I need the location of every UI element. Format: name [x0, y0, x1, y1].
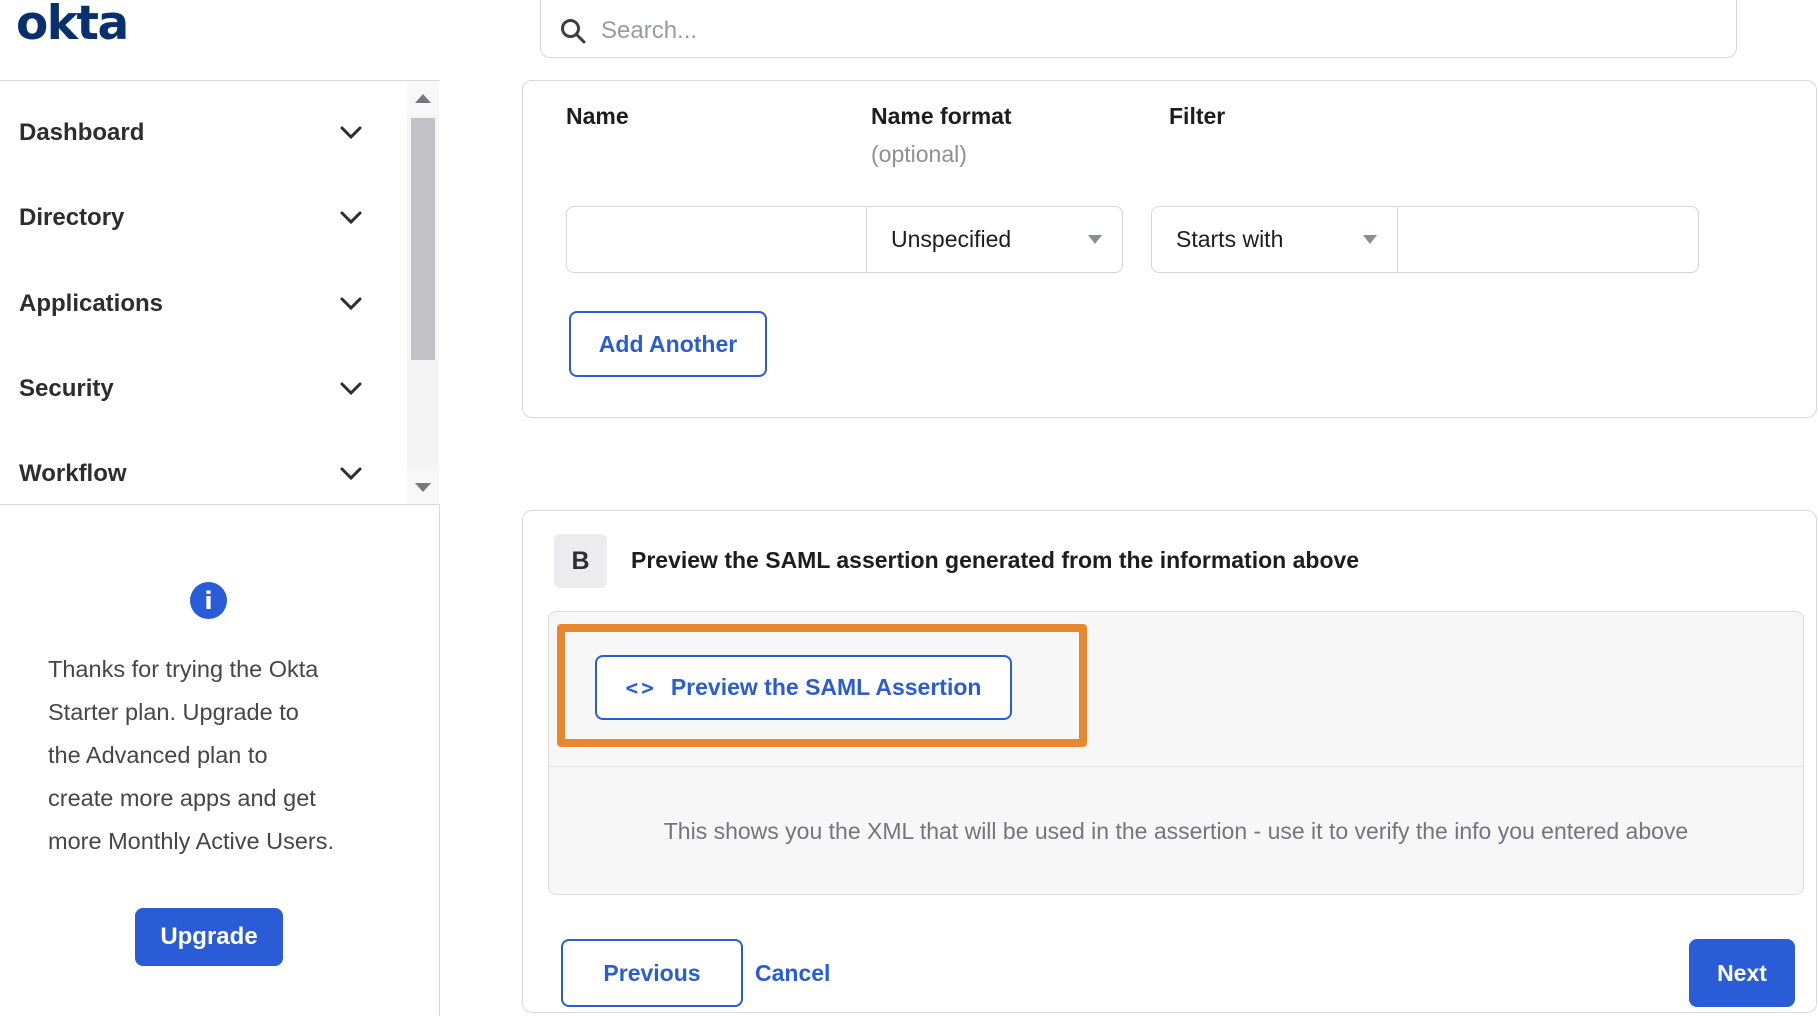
step-badge: B	[554, 534, 607, 588]
upsell-line: the Advanced plan to	[48, 742, 268, 768]
name-format-dropdown[interactable]: Unspecified	[867, 206, 1123, 273]
upsell-line: more Monthly Active Users.	[48, 828, 335, 854]
name-format-column-label: Name format	[871, 103, 1012, 129]
cancel-button[interactable]: Cancel	[745, 939, 840, 1007]
preview-description: This shows you the XML that will be used…	[663, 818, 1689, 844]
filter-type-selected-value: Starts with	[1176, 226, 1284, 252]
chevron-down-icon	[340, 126, 362, 140]
sidebar-item-security[interactable]: Security	[0, 346, 407, 431]
scrollbar-thumb[interactable]	[411, 118, 435, 360]
preview-panel: <> Preview the SAML Assertion This shows…	[548, 611, 1804, 895]
chevron-down-icon	[340, 467, 362, 481]
upsell-line: Starter plan. Upgrade to	[48, 699, 299, 725]
sidebar-item-label: Applications	[19, 289, 164, 317]
code-icon: <>	[625, 675, 657, 700]
filter-type-dropdown[interactable]: Starts with	[1151, 206, 1398, 273]
upgrade-button[interactable]: Upgrade	[135, 908, 283, 966]
name-format-optional-hint: (optional)	[871, 141, 967, 167]
caret-down-icon	[1088, 235, 1102, 244]
sidebar-item-workflow[interactable]: Workflow	[0, 431, 407, 516]
sidebar-item-label: Security	[19, 374, 114, 402]
preview-description-row: This shows you the XML that will be used…	[549, 768, 1803, 895]
filter-column-label: Filter	[1169, 103, 1226, 129]
attribute-statements-card: Name Name format (optional) Filter Unspe…	[522, 80, 1817, 418]
triangle-down-icon	[415, 482, 431, 492]
preview-saml-assertion-button[interactable]: <> Preview the SAML Assertion	[595, 655, 1012, 720]
upsell-line: create more apps and get	[48, 785, 316, 811]
sidebar-item-dashboard[interactable]: Dashboard	[0, 90, 407, 175]
preview-button-label: Preview the SAML Assertion	[670, 674, 982, 700]
sidebar-item-directory[interactable]: Directory	[0, 175, 407, 260]
saml-preview-card: B Preview the SAML assertion generated f…	[522, 510, 1817, 1013]
sidebar-item-applications[interactable]: Applications	[0, 261, 407, 346]
upsell-line: Thanks for trying the Okta	[48, 656, 319, 682]
filter-value-input[interactable]	[1398, 206, 1699, 273]
next-button[interactable]: Next	[1689, 939, 1795, 1007]
sidebar-item-label: Dashboard	[19, 118, 145, 146]
sidebar-item-label: Workflow	[19, 459, 127, 487]
sidebar-item-label: Directory	[19, 203, 125, 231]
caret-down-icon	[1363, 235, 1377, 244]
chevron-down-icon	[340, 382, 362, 396]
triangle-up-icon	[415, 93, 431, 103]
name-format-selected-value: Unspecified	[891, 226, 1012, 252]
scroll-down-button[interactable]	[407, 470, 439, 504]
sidebar-menu: Dashboard Directory Applications Securit…	[0, 80, 440, 505]
preview-section-title: Preview the SAML assertion generated fro…	[631, 547, 1360, 573]
chevron-down-icon	[340, 297, 362, 311]
upsell-message: Thanks for trying the Okta Starter plan.…	[48, 648, 378, 863]
global-search[interactable]	[540, 0, 1737, 58]
search-icon	[561, 19, 586, 44]
scroll-up-button[interactable]	[407, 81, 439, 115]
attribute-name-input[interactable]	[566, 206, 867, 273]
previous-button[interactable]: Previous	[561, 939, 743, 1007]
chevron-down-icon	[340, 211, 362, 225]
name-column-label: Name	[566, 103, 629, 129]
okta-logo: okta	[16, 0, 129, 51]
preview-button-row: <> Preview the SAML Assertion	[549, 612, 1803, 767]
search-input[interactable]	[601, 17, 1718, 45]
sidebar-scrollbar[interactable]	[407, 81, 439, 504]
info-icon: i	[190, 582, 227, 619]
add-another-button[interactable]: Add Another	[569, 311, 767, 377]
